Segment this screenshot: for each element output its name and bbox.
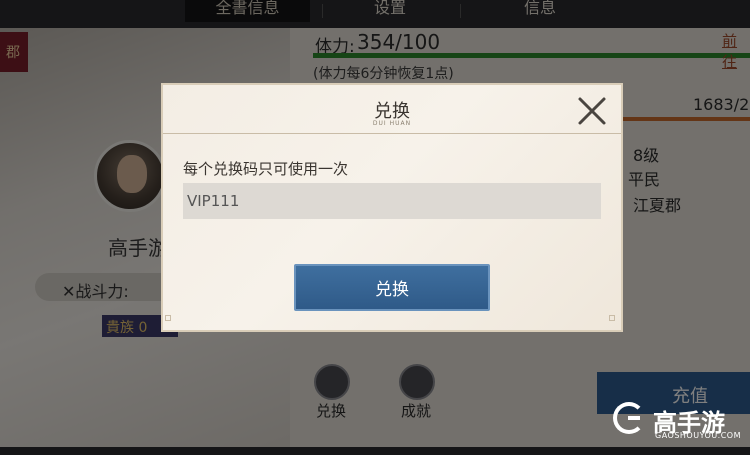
- watermark-url: GAOSHOUYOU.COM: [655, 431, 742, 440]
- redeem-hint: 每个兑换码只可使用一次: [183, 160, 349, 178]
- close-icon: [578, 97, 606, 125]
- redeem-dialog: 兑换 DUI HUAN 每个兑换码只可使用一次 兑换: [161, 83, 623, 332]
- corner-ornament: [165, 315, 171, 321]
- redeem-code-input[interactable]: [183, 183, 601, 219]
- brand-logo-bar: [628, 416, 640, 420]
- close-button[interactable]: [575, 94, 609, 128]
- dialog-subtitle: DUI HUAN: [372, 120, 412, 127]
- redeem-confirm-button[interactable]: 兑换: [294, 264, 490, 311]
- dialog-divider: [163, 133, 621, 134]
- corner-ornament: [609, 315, 615, 321]
